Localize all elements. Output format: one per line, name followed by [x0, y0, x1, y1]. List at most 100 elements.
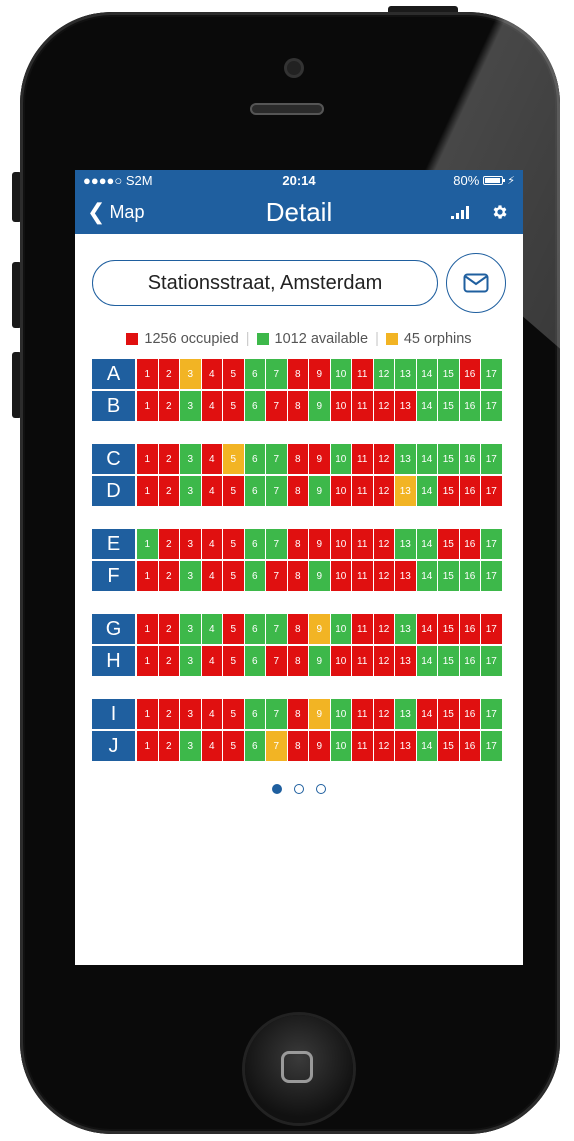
parking-spot-occupied[interactable]: 5	[223, 699, 244, 729]
parking-spot-occupied[interactable]: 8	[287, 561, 308, 591]
parking-spot-occupied[interactable]: 12	[373, 731, 394, 761]
parking-spot-available[interactable]: 7	[266, 614, 287, 644]
parking-spot-occupied[interactable]: 8	[287, 646, 308, 676]
parking-spot-occupied[interactable]: 1	[137, 731, 158, 761]
parking-spot-available[interactable]: 15	[438, 359, 459, 389]
parking-spot-occupied[interactable]: 1	[137, 391, 158, 421]
parking-spot-occupied[interactable]: 10	[330, 646, 351, 676]
parking-spot-occupied[interactable]: 2	[158, 476, 179, 506]
parking-spot-available[interactable]: 3	[180, 476, 201, 506]
parking-spot-occupied[interactable]: 7	[266, 391, 287, 421]
parking-spot-available[interactable]: 6	[244, 529, 265, 559]
parking-spot-available[interactable]: 3	[180, 391, 201, 421]
parking-spot-occupied[interactable]: 5	[223, 391, 244, 421]
parking-spot-occupied[interactable]: 1	[137, 359, 158, 389]
parking-spot-occupied[interactable]: 16	[459, 359, 480, 389]
parking-spot-occupied[interactable]: 16	[459, 529, 480, 559]
parking-spot-occupied[interactable]: 2	[158, 699, 179, 729]
parking-spot-occupied[interactable]: 12	[373, 476, 394, 506]
parking-spot-occupied[interactable]: 13	[395, 561, 416, 591]
parking-spot-available[interactable]: 15	[438, 391, 459, 421]
parking-spot-orphan[interactable]: 7	[266, 731, 287, 761]
parking-spot-occupied[interactable]: 2	[158, 391, 179, 421]
back-button[interactable]: ❮ Map	[75, 201, 144, 223]
parking-spot-available[interactable]: 16	[459, 444, 480, 474]
parking-spot-available[interactable]: 17	[481, 646, 502, 676]
parking-spot-available[interactable]: 9	[309, 476, 330, 506]
parking-spot-available[interactable]: 15	[438, 561, 459, 591]
parking-spot-occupied[interactable]: 5	[223, 561, 244, 591]
parking-spot-available[interactable]: 10	[330, 444, 351, 474]
parking-spot-occupied[interactable]: 12	[373, 699, 394, 729]
parking-spot-occupied[interactable]: 8	[287, 444, 308, 474]
parking-spot-occupied[interactable]: 1	[137, 646, 158, 676]
parking-spot-occupied[interactable]: 16	[459, 699, 480, 729]
parking-spot-available[interactable]: 13	[395, 529, 416, 559]
parking-spot-occupied[interactable]: 3	[180, 529, 201, 559]
parking-spot-occupied[interactable]: 17	[481, 614, 502, 644]
parking-spot-occupied[interactable]: 7	[266, 561, 287, 591]
parking-spot-available[interactable]: 7	[266, 476, 287, 506]
parking-spot-occupied[interactable]: 12	[373, 529, 394, 559]
parking-spot-occupied[interactable]: 12	[373, 614, 394, 644]
parking-spot-available[interactable]: 7	[266, 529, 287, 559]
parking-spot-available[interactable]: 17	[481, 444, 502, 474]
parking-spot-occupied[interactable]: 12	[373, 646, 394, 676]
parking-spot-occupied[interactable]: 10	[330, 529, 351, 559]
parking-spot-available[interactable]: 6	[244, 391, 265, 421]
parking-spot-occupied[interactable]: 11	[352, 444, 373, 474]
parking-spot-available[interactable]: 16	[459, 561, 480, 591]
parking-spot-occupied[interactable]: 12	[373, 391, 394, 421]
parking-spot-occupied[interactable]: 11	[352, 359, 373, 389]
parking-spot-occupied[interactable]: 17	[481, 476, 502, 506]
parking-spot-occupied[interactable]: 11	[352, 529, 373, 559]
parking-spot-occupied[interactable]: 2	[158, 444, 179, 474]
parking-spot-occupied[interactable]: 1	[137, 699, 158, 729]
parking-spot-available[interactable]: 16	[459, 391, 480, 421]
parking-spot-occupied[interactable]: 10	[330, 476, 351, 506]
parking-spot-occupied[interactable]: 2	[158, 561, 179, 591]
parking-spot-occupied[interactable]: 15	[438, 731, 459, 761]
parking-spot-occupied[interactable]: 11	[352, 699, 373, 729]
parking-spot-available[interactable]: 6	[244, 646, 265, 676]
parking-spot-occupied[interactable]: 8	[287, 476, 308, 506]
parking-spot-available[interactable]: 10	[330, 614, 351, 644]
parking-spot-occupied[interactable]: 2	[158, 731, 179, 761]
parking-spot-occupied[interactable]: 4	[201, 391, 222, 421]
parking-spot-occupied[interactable]: 1	[137, 614, 158, 644]
parking-spot-occupied[interactable]: 8	[287, 391, 308, 421]
parking-spot-available[interactable]: 17	[481, 391, 502, 421]
parking-spot-occupied[interactable]: 4	[201, 444, 222, 474]
parking-spot-occupied[interactable]: 8	[287, 529, 308, 559]
parking-spot-occupied[interactable]: 8	[287, 699, 308, 729]
parking-spot-occupied[interactable]: 2	[158, 646, 179, 676]
parking-spot-occupied[interactable]: 4	[201, 646, 222, 676]
parking-spot-available[interactable]: 3	[180, 614, 201, 644]
parking-spot-orphan[interactable]: 5	[223, 444, 244, 474]
parking-spot-occupied[interactable]: 4	[201, 561, 222, 591]
parking-spot-available[interactable]: 15	[438, 444, 459, 474]
parking-spot-occupied[interactable]: 8	[287, 359, 308, 389]
parking-spot-available[interactable]: 12	[373, 359, 394, 389]
parking-spot-occupied[interactable]: 9	[309, 731, 330, 761]
parking-spot-occupied[interactable]: 1	[137, 561, 158, 591]
parking-spot-available[interactable]: 6	[244, 614, 265, 644]
parking-spot-available[interactable]: 14	[416, 476, 437, 506]
page-dot[interactable]	[316, 784, 326, 794]
parking-spot-available[interactable]: 3	[180, 646, 201, 676]
parking-spot-available[interactable]: 7	[266, 359, 287, 389]
parking-spot-available[interactable]: 6	[244, 699, 265, 729]
parking-spot-occupied[interactable]: 5	[223, 476, 244, 506]
parking-spot-occupied[interactable]: 15	[438, 699, 459, 729]
parking-spot-occupied[interactable]: 5	[223, 529, 244, 559]
parking-spot-occupied[interactable]: 2	[158, 614, 179, 644]
parking-spot-available[interactable]: 1	[137, 529, 158, 559]
parking-spot-occupied[interactable]: 7	[266, 646, 287, 676]
parking-spot-occupied[interactable]: 10	[330, 391, 351, 421]
parking-spot-occupied[interactable]: 14	[416, 699, 437, 729]
parking-spot-available[interactable]: 6	[244, 731, 265, 761]
parking-spot-occupied[interactable]: 11	[352, 731, 373, 761]
parking-spot-occupied[interactable]: 9	[309, 359, 330, 389]
parking-spot-available[interactable]: 14	[416, 561, 437, 591]
parking-spot-available[interactable]: 14	[416, 646, 437, 676]
